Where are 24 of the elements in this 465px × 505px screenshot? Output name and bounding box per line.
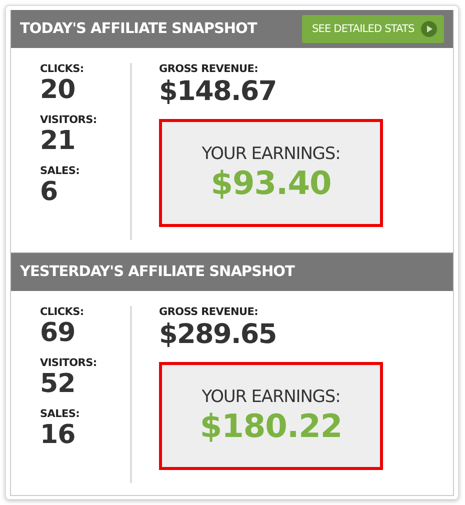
stat-value: 52 [40, 369, 76, 400]
stat-label: SALES: [40, 408, 81, 420]
stat-label: VISITORS: [40, 114, 98, 126]
section-title: YESTERDAY'S AFFILIATE SNAPSHOT [20, 264, 294, 280]
stat-label: CLICKS: [40, 63, 85, 75]
play-icon [421, 21, 437, 37]
gross-revenue-value: $289.65 [159, 318, 278, 352]
earnings-value: $93.40 [210, 164, 332, 202]
stat-label: CLICKS: [40, 306, 85, 318]
gross-revenue-value: $148.67 [159, 75, 278, 109]
see-detailed-stats-button[interactable]: SEE DETAILED STATS [302, 15, 444, 43]
earnings-value: $180.22 [200, 407, 342, 445]
stat-value: 20 [40, 75, 76, 106]
stat-value: 21 [40, 126, 76, 157]
section-title: TODAY'S AFFILIATE SNAPSHOT [20, 21, 257, 37]
stat-value: 6 [40, 177, 59, 208]
stat-value: 16 [40, 420, 76, 451]
gross-revenue-label: GROSS REVENUE: [159, 63, 259, 75]
earnings-label: YOUR EARNINGS: [202, 144, 340, 164]
stat-value: 69 [40, 318, 76, 349]
gross-revenue-label: GROSS REVENUE: [159, 306, 259, 318]
stat-label: SALES: [40, 165, 81, 177]
stat-label: VISITORS: [40, 357, 98, 369]
earnings-label: YOUR EARNINGS: [202, 387, 340, 407]
